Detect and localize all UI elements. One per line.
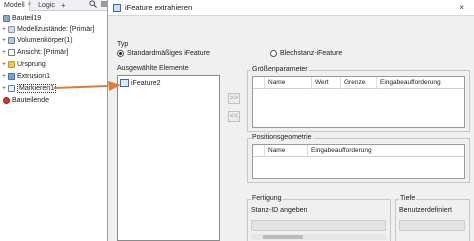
size-parameters-header: Name Wert Grenze Eingabeaufforderung (253, 76, 464, 89)
screen: Modell × Logic + Bauteil19 + Modellzustä… (0, 0, 474, 241)
tree-node-mark[interactable]: + Markieren1 (1, 84, 57, 93)
column-header-name[interactable]: Name (264, 76, 311, 89)
model-browser: Modell × Logic + Bauteil19 + Modellzustä… (0, 0, 112, 241)
expand-icon[interactable]: + (1, 25, 7, 34)
column-header-limit[interactable]: Grenze (340, 76, 376, 89)
type-group-label: Typ (117, 41, 129, 48)
depth-field[interactable] (399, 220, 465, 231)
radio-standard-ifeature[interactable]: Standardmäßiges iFeature (117, 50, 210, 57)
add-tab-button[interactable]: + (59, 1, 68, 10)
tree-node-label: Bauteil19 (12, 15, 42, 22)
tree-node-solid-bodies[interactable]: + Volumenkörper(1) (1, 36, 73, 45)
column-header-prompt[interactable]: Eingabeaufforderung (376, 76, 464, 89)
folder-icon (8, 61, 15, 68)
tab-logic[interactable]: Logic (34, 0, 59, 11)
tree-node-extrusion[interactable]: + Extrusion1 (1, 72, 50, 81)
row-header-cell (253, 77, 264, 89)
tree-node-end-of-part[interactable]: Bauteilende (2, 96, 49, 105)
dialog-title-bar: iFeature extrahieren × (108, 0, 474, 16)
position-geometry-table[interactable]: Name Eingabeaufforderung (252, 144, 465, 179)
tree-node-label: Bauteilende (12, 97, 49, 104)
dialog-title: iFeature extrahieren (125, 3, 193, 12)
tree-node-origin[interactable]: + Ursprung (1, 60, 46, 69)
expand-icon[interactable]: + (1, 72, 7, 81)
tree-node-label: Modellzustände: [Primär] (17, 26, 95, 33)
search-icon[interactable] (89, 0, 97, 10)
column-header-value[interactable]: Wert (311, 76, 340, 89)
tab-model-close-icon[interactable]: × (28, 2, 32, 8)
browser-tab-strip: Modell × Logic + (0, 0, 111, 11)
solid-body-icon (8, 37, 15, 44)
selected-elements-list[interactable]: iFeature2 (117, 75, 220, 241)
list-item-label: iFeature2 (131, 79, 161, 87)
radio-sheetmetal-punch-ifeature[interactable]: Blechstanz-iFeature (270, 50, 342, 57)
radio-sheetmetal-label: Blechstanz-iFeature (280, 50, 343, 57)
end-of-part-icon (3, 97, 10, 104)
add-parameter-button[interactable]: >> (228, 93, 240, 104)
close-icon[interactable]: × (459, 3, 464, 12)
depth-label: Tiefe (399, 195, 417, 202)
part-icon (3, 15, 10, 22)
tree-node-label: Ansicht: [Primär] (17, 49, 69, 56)
tree-node-label: Markieren1 (17, 84, 57, 93)
manufacturing-label: Fertigung (251, 195, 283, 202)
tree-node-model-states[interactable]: + Modellzustände: [Primär] (1, 25, 94, 34)
extract-ifeature-dialog: iFeature extrahieren × Typ Standardmäßig… (107, 0, 474, 241)
punch-id-checkbox-label[interactable]: Stanz-ID angeben (251, 207, 307, 214)
ifeature-item-icon (120, 79, 129, 87)
custom-depth-label: Benutzerdefiniert (399, 207, 452, 214)
remove-parameter-button[interactable]: << (228, 111, 240, 122)
size-parameters-table[interactable]: Name Wert Grenze Eingabeaufforderung (252, 76, 465, 128)
selected-elements-label: Ausgewählte Elemente (117, 65, 189, 72)
radio-standard-label: Standardmäßiges iFeature (127, 50, 210, 57)
expand-icon[interactable]: + (1, 48, 7, 57)
row-header-cell (253, 145, 264, 157)
model-states-icon (8, 26, 15, 33)
column-header-prompt[interactable]: Eingabeaufforderung (307, 144, 464, 157)
mark-feature-icon (8, 85, 15, 92)
column-header-name[interactable]: Name (264, 144, 307, 157)
tree-node-label: Ursprung (17, 61, 46, 68)
expand-icon[interactable]: + (1, 36, 7, 45)
tree-node-part[interactable]: Bauteil19 (2, 14, 41, 23)
tab-model[interactable]: Modell (0, 0, 30, 11)
punch-id-field[interactable] (251, 220, 386, 231)
ifeature-icon (113, 3, 121, 12)
extrusion-icon (8, 73, 15, 80)
position-geometry-label: Positionsgeometrie (251, 134, 313, 141)
radio-standard-indicator[interactable] (117, 50, 124, 57)
position-geometry-header: Name Eingabeaufforderung (253, 144, 464, 157)
tree-node-label: Extrusion1 (17, 73, 51, 80)
radio-sheetmetal-indicator[interactable] (270, 50, 277, 57)
expand-icon[interactable]: + (1, 60, 7, 69)
tree-node-label: Volumenkörper(1) (17, 37, 73, 44)
tree-node-view[interactable]: + Ansicht: [Primär] (1, 48, 68, 57)
size-parameters-label: Größenparameter (251, 66, 309, 73)
list-item[interactable]: iFeature2 (120, 79, 161, 87)
scrollbar-thumb[interactable] (263, 235, 303, 239)
expand-icon[interactable]: + (1, 84, 7, 93)
view-icon (8, 49, 15, 56)
